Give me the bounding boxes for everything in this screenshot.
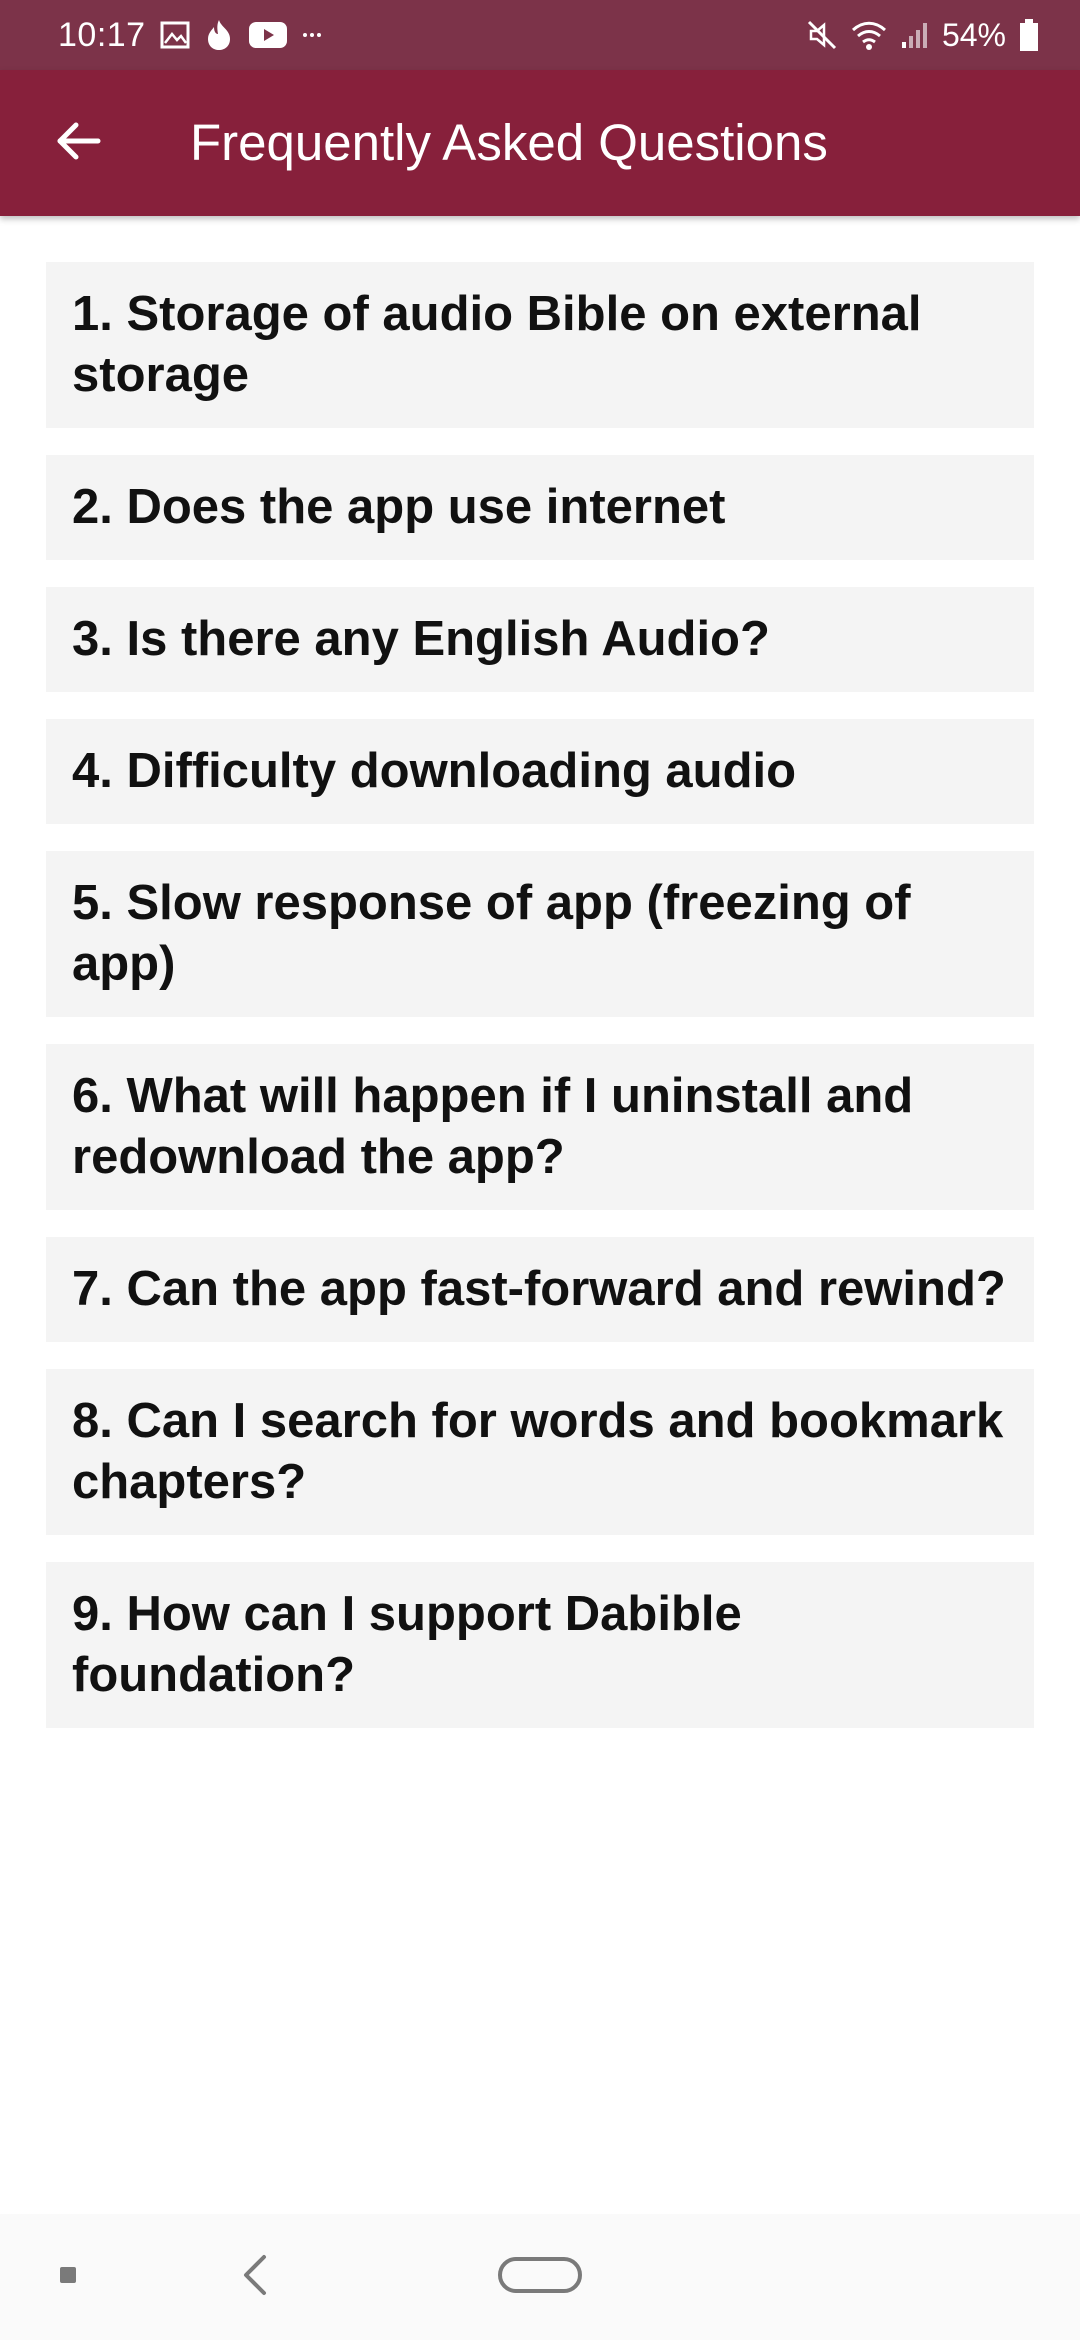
- status-bar: 10:17 54%: [0, 0, 1080, 70]
- mute-icon: [806, 19, 838, 51]
- status-time: 10:17: [58, 15, 146, 54]
- battery-icon: [1018, 18, 1040, 52]
- faq-item-downloading[interactable]: 4. Difficulty downloading audio: [46, 719, 1034, 824]
- status-bar-left: 10:17: [58, 0, 322, 70]
- faq-item-internet[interactable]: 2. Does the app use internet: [46, 455, 1034, 560]
- faq-item-english-audio[interactable]: 3. Is there any English Audio?: [46, 587, 1034, 692]
- home-icon: [497, 2256, 583, 2299]
- faq-item-fast-forward[interactable]: 7. Can the app fast-forward and rewind?: [46, 1237, 1034, 1342]
- faq-item-storage[interactable]: 1. Storage of audio Bible on external st…: [46, 262, 1034, 428]
- status-bar-right: 54%: [794, 0, 1040, 70]
- battery-percent: 54%: [941, 16, 1006, 53]
- wifi-icon: [850, 19, 888, 51]
- signal-icon: [900, 20, 932, 50]
- image-icon: [160, 21, 190, 49]
- back-button[interactable]: [28, 93, 128, 193]
- youtube-icon: [248, 20, 288, 50]
- faq-item-slow-response[interactable]: 5. Slow response of app (freezing of app…: [46, 851, 1034, 1017]
- recents-icon: [59, 2266, 77, 2289]
- arrow-left-icon: [54, 121, 102, 166]
- faq-list: 1. Storage of audio Bible on external st…: [46, 262, 1034, 1755]
- faq-item-support[interactable]: 9. How can I support Dabible foundation?: [46, 1562, 1034, 1728]
- app-bar: Frequently Asked Questions: [0, 70, 1080, 216]
- navigation-bar: [0, 2214, 1080, 2340]
- page-title: Frequently Asked Questions: [190, 114, 828, 171]
- faq-item-search-bookmark[interactable]: 8. Can I search for words and bookmark c…: [46, 1369, 1034, 1535]
- back-icon: [240, 2254, 270, 2301]
- nav-back-button[interactable]: [210, 2214, 300, 2340]
- tinder-flame-icon: [204, 18, 234, 52]
- faq-item-uninstall[interactable]: 6. What will happen if I uninstall and r…: [46, 1044, 1034, 1210]
- recents-button[interactable]: [28, 2214, 108, 2340]
- home-button[interactable]: [480, 2214, 600, 2340]
- more-dots-icon: [302, 30, 322, 40]
